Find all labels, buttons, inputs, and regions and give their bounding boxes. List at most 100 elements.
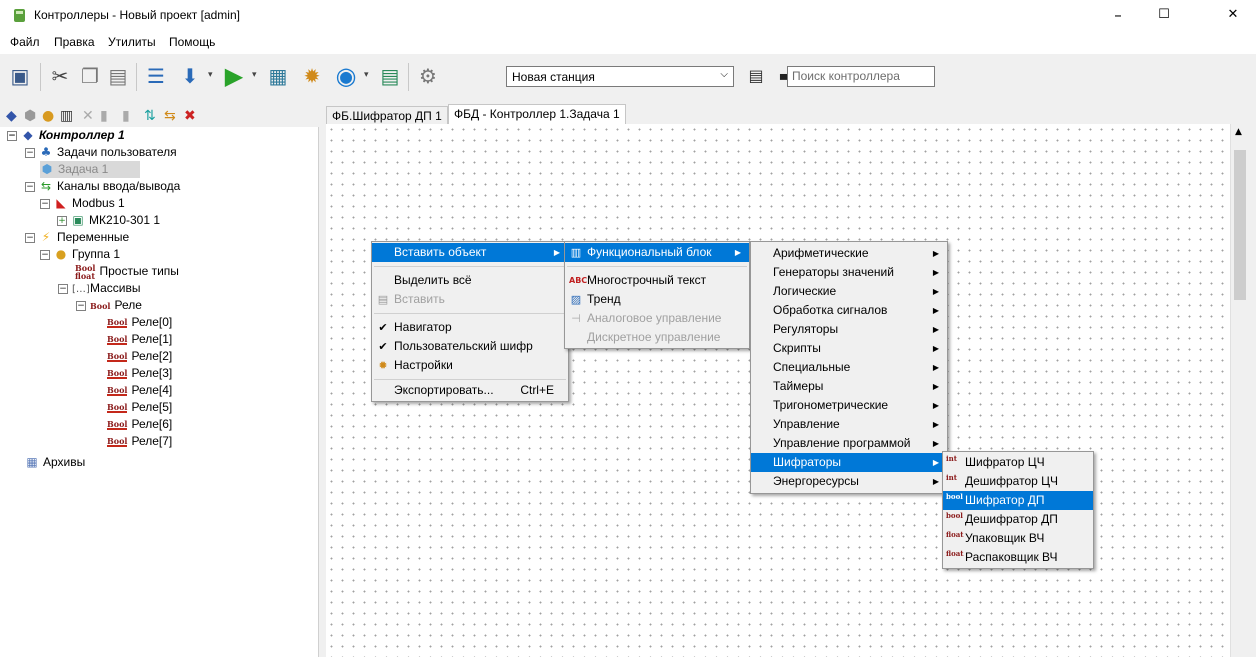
tree-node-group[interactable]: − ● Группа 1	[40, 246, 120, 263]
menu-item-multiline-text[interactable]: ABC Многострочный текст	[565, 271, 749, 290]
settings-icon[interactable]: ⚙	[416, 64, 440, 88]
tree-node-module[interactable]: + ▣ МК210-301 1	[57, 212, 160, 229]
copy-icon[interactable]: ❐	[78, 64, 102, 88]
collapse-icon[interactable]: −	[25, 147, 35, 158]
tree-node-user-tasks[interactable]: − ♣ Задачи пользователя	[25, 144, 177, 161]
tree-node-relay[interactable]: − Bool Реле	[76, 297, 142, 314]
tree-node-variables[interactable]: − ⚡ Переменные	[25, 229, 129, 246]
collapse-icon[interactable]: −	[76, 300, 86, 311]
task-add-icon[interactable]: ⬢	[24, 108, 36, 124]
menu-item-select-all[interactable]: Выделить всё	[372, 271, 568, 290]
collapse-icon[interactable]: −	[7, 130, 17, 141]
task-icon: ⬢	[41, 162, 53, 176]
menu-item-insert-object[interactable]: Вставить объект ▶	[372, 243, 568, 262]
maximize-button[interactable]: ☐	[1141, 0, 1187, 30]
menu-item-category[interactable]: Логические ▶	[751, 282, 947, 301]
document-icon[interactable]: ▤	[378, 64, 402, 88]
menu-item-category[interactable]: Генераторы значений ▶	[751, 263, 947, 282]
tree-node-arrays[interactable]: − […]Массивы	[58, 280, 141, 297]
menu-item-cipher-dp[interactable]: bool Шифратор ДП	[943, 491, 1093, 510]
collapse-icon[interactable]: −	[40, 249, 50, 260]
play-circle-icon[interactable]: ◉	[334, 64, 358, 88]
bool-icon: Bool	[107, 333, 128, 345]
tree-node-relay-item[interactable]: Bool Реле[6]	[107, 416, 172, 433]
menu-utilities[interactable]: Утилиты	[108, 35, 156, 49]
tree-node-modbus[interactable]: − ◣ Modbus 1	[40, 195, 125, 212]
menu-item-category[interactable]: Специальные ▶	[751, 358, 947, 377]
menu-item-category[interactable]: Арифметические ▶	[751, 244, 947, 263]
menu-item-category-ciphers[interactable]: Шифраторы ▶	[751, 453, 947, 472]
collapse-icon[interactable]: −	[25, 181, 35, 192]
trash-icon[interactable]: ▮	[100, 108, 108, 124]
delete-link-icon[interactable]: ✕	[82, 108, 94, 124]
menu-item-export[interactable]: Экспортировать... Ctrl+E	[372, 381, 568, 400]
menu-item-category[interactable]: Управление ▶	[751, 415, 947, 434]
export-icon[interactable]: ⇆	[164, 108, 176, 124]
run-dropdown-icon[interactable]: ▾	[252, 70, 257, 80]
gears-icon[interactable]: ✹	[300, 64, 324, 88]
list-icon[interactable]: ☰	[144, 64, 168, 88]
cut-icon[interactable]: ✂	[48, 64, 72, 88]
download-dropdown-icon[interactable]: ▾	[208, 70, 213, 80]
archive-icon[interactable]: ▮	[122, 108, 130, 124]
station-select[interactable]: Новая станция ⌵	[506, 66, 734, 87]
menu-item-category[interactable]: Скрипты ▶	[751, 339, 947, 358]
tree-node-archives[interactable]: ▦ Архивы	[25, 454, 85, 471]
group-add-icon[interactable]: ●	[42, 108, 54, 124]
tree-node-relay-item[interactable]: Bool Реле[2]	[107, 348, 172, 365]
menu-help[interactable]: Помощь	[169, 35, 215, 49]
tree-node-relay-item[interactable]: Bool Реле[5]	[107, 399, 172, 416]
tree-node-simple-types[interactable]: Bool float Простые типы	[75, 263, 179, 280]
menu-item-settings[interactable]: ✹ Настройки	[372, 356, 568, 375]
tree-node-relay-item[interactable]: Bool Реле[1]	[107, 331, 172, 348]
collapse-icon[interactable]: −	[25, 232, 35, 243]
tree-node-relay-item[interactable]: Bool Реле[3]	[107, 365, 172, 382]
menu-item-cipher[interactable]: int Дешифратор ЦЧ	[943, 472, 1093, 491]
tree-node-relay-item[interactable]: Bool Реле[4]	[107, 382, 172, 399]
menu-item-cipher[interactable]: float Упаковщик ВЧ	[943, 529, 1093, 548]
menu-edit[interactable]: Правка	[54, 35, 95, 49]
menu-item-analog-control: ⊣ Аналоговое управление	[565, 309, 749, 328]
collapse-icon[interactable]: −	[58, 283, 68, 294]
close-button[interactable]: ✕	[1210, 0, 1256, 30]
scroll-up-icon[interactable]: ▲	[1235, 127, 1242, 137]
controller-add-icon[interactable]: ◆	[6, 108, 17, 124]
fb-add-icon[interactable]: ▥	[60, 108, 73, 124]
tree-node-io-channels[interactable]: − ⇆ Каналы ввода/вывода	[25, 178, 180, 195]
scroll-thumb[interactable]	[1234, 150, 1246, 300]
menu-item-user-cipher[interactable]: ✔ Пользовательский шифр	[372, 337, 568, 356]
menu-item-function-block[interactable]: ▥ Функциональный блок ▶	[565, 243, 749, 262]
play-dropdown-icon[interactable]: ▾	[364, 70, 369, 80]
delete-icon[interactable]: ✖	[184, 108, 196, 124]
tree-node-task1[interactable]: ⬢ Задача 1	[40, 161, 140, 178]
download-icon[interactable]: ⬇	[178, 64, 202, 88]
menu-item-trend[interactable]: ▨ Тренд	[565, 290, 749, 309]
menu-item-category[interactable]: Обработка сигналов ▶	[751, 301, 947, 320]
menu-item-category[interactable]: Таймеры ▶	[751, 377, 947, 396]
list-view-icon[interactable]: ▤	[744, 64, 768, 88]
tab-fb-cipher[interactable]: ФБ.Шифратор ДП 1	[326, 106, 448, 126]
menu-item-category[interactable]: Тригонометрические ▶	[751, 396, 947, 415]
run-icon[interactable]: ▶	[222, 64, 246, 88]
save-icon[interactable]: ▣	[8, 64, 32, 88]
tree-node-relay-item[interactable]: Bool Реле[0]	[107, 314, 172, 331]
float-pack-icon: float	[946, 530, 964, 539]
menu-item-cipher[interactable]: bool Дешифратор ДП	[943, 510, 1093, 529]
menu-item-cipher[interactable]: float Распаковщик ВЧ	[943, 548, 1093, 567]
vertical-scrollbar[interactable]: ▲	[1230, 124, 1249, 657]
collapse-icon[interactable]: −	[40, 198, 50, 209]
import-icon[interactable]: ⇅	[144, 108, 156, 124]
menu-item-category[interactable]: Управление программой ▶	[751, 434, 947, 453]
menu-item-navigator[interactable]: ✔ Навигатор	[372, 318, 568, 337]
minimize-button[interactable]: –	[1095, 0, 1141, 30]
tree-node-relay-item[interactable]: Bool Реле[7]	[107, 433, 172, 450]
menu-item-category[interactable]: Регуляторы ▶	[751, 320, 947, 339]
paste-icon[interactable]: ▤	[106, 64, 130, 88]
menu-item-cipher[interactable]: int Шифратор ЦЧ	[943, 453, 1093, 472]
menu-file[interactable]: Файл	[10, 35, 40, 49]
menu-item-category[interactable]: Энергоресурсы ▶	[751, 472, 947, 491]
upload-icon[interactable]: ▦	[266, 64, 290, 88]
expand-icon[interactable]: +	[57, 215, 67, 226]
controller-search-input[interactable]: Поиск контроллера	[787, 66, 935, 87]
tree-node-controller[interactable]: − ◆ Контроллер 1	[7, 127, 125, 144]
